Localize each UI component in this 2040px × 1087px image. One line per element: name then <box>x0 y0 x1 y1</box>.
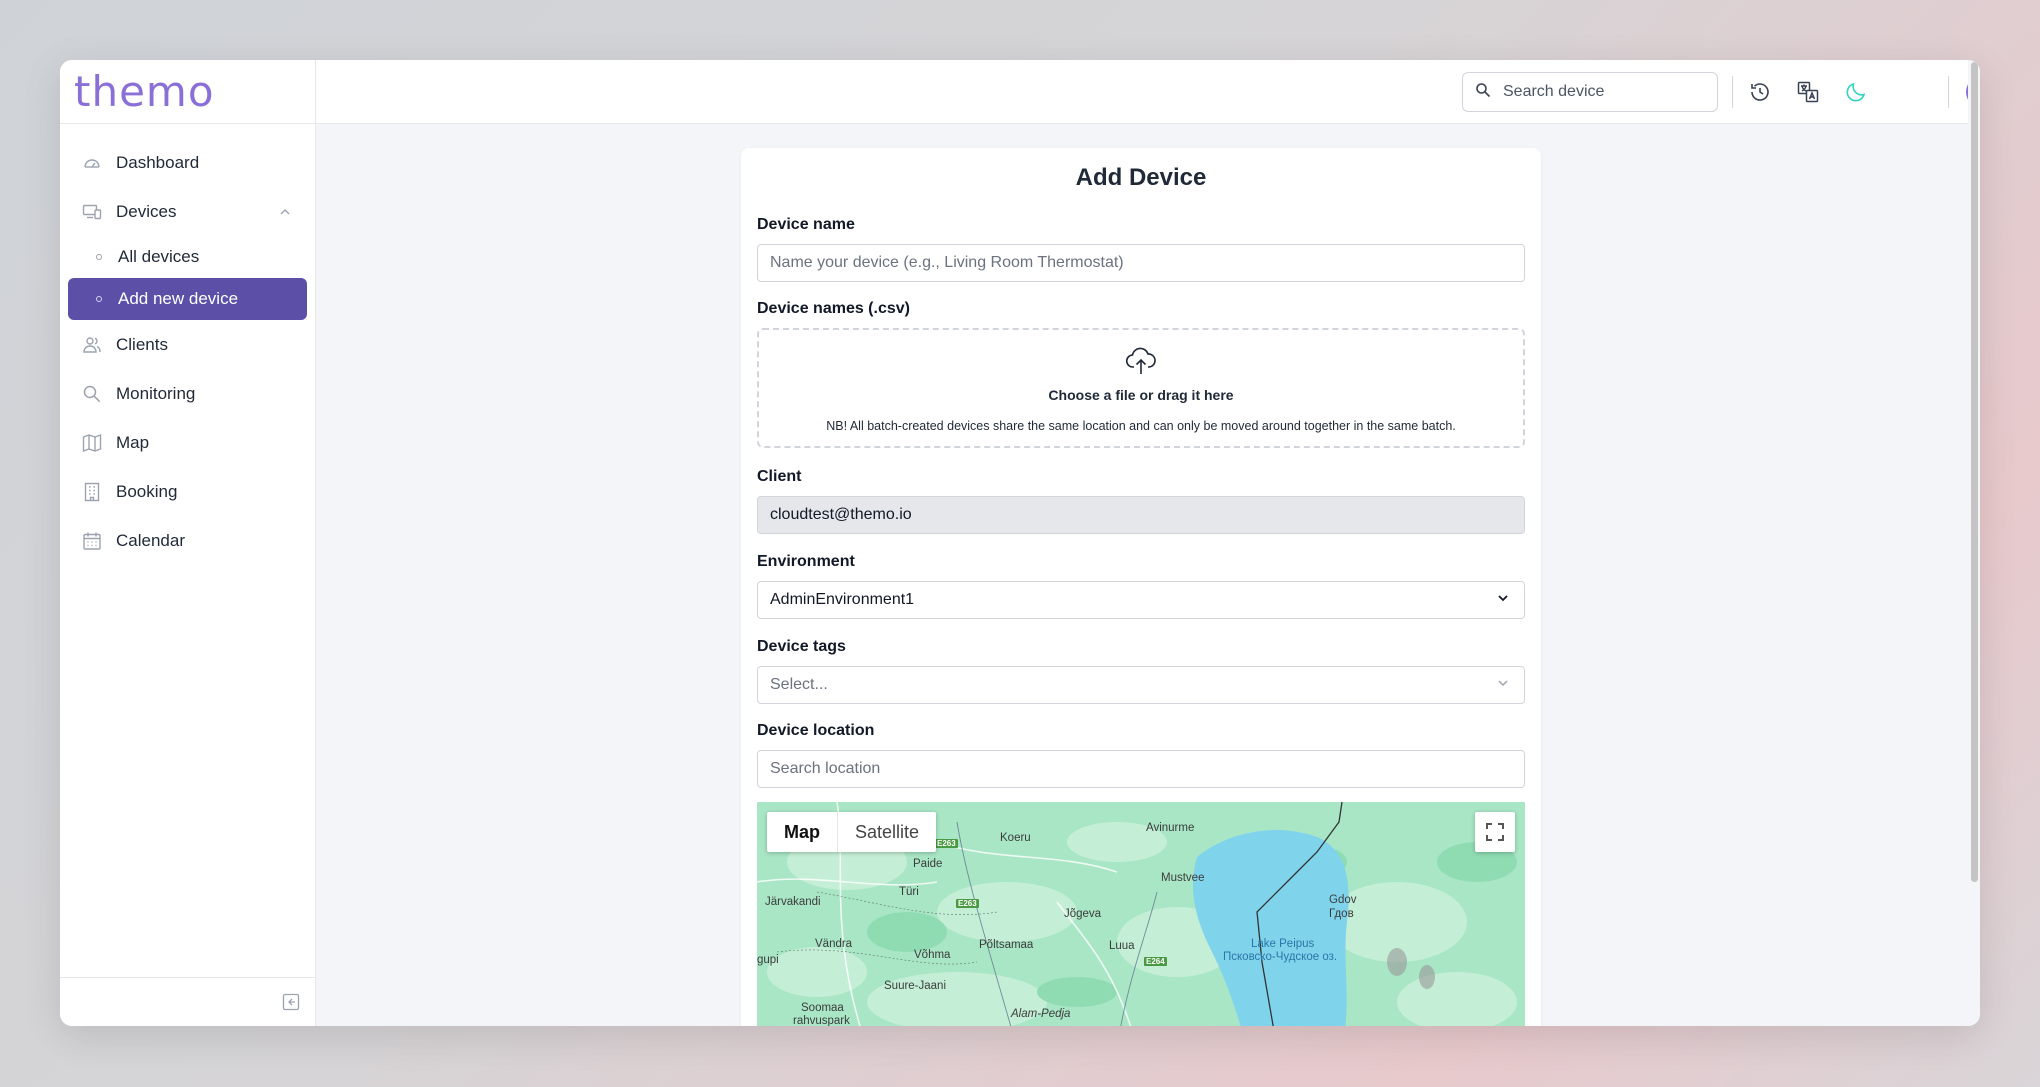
sidebar: themo Dashboard Devices All devices Add … <box>60 60 316 1026</box>
sidebar-subitem-add-new-device[interactable]: Add new device <box>68 278 307 320</box>
map-label: Suure-Jaani <box>884 980 947 992</box>
app-logo[interactable]: themo <box>74 67 215 116</box>
device-location-label: Device location <box>757 722 875 739</box>
sidebar-item-label: Dashboard <box>116 152 200 172</box>
map-label: Lake Peipus <box>1251 938 1315 950</box>
map-label: Koeru <box>1000 832 1031 844</box>
bullet-icon <box>96 254 102 260</box>
csv-dropzone[interactable]: Choose a file or drag it here NB! All ba… <box>757 328 1525 448</box>
device-name-label: Device name <box>757 216 855 233</box>
device-tags-select[interactable]: Select... <box>757 666 1525 704</box>
client-label: Client <box>757 468 802 485</box>
road-badge: E263 <box>935 839 958 848</box>
search-device-input[interactable] <box>1503 83 1703 101</box>
chevron-up-icon[interactable] <box>279 203 291 223</box>
sidebar-item-dashboard[interactable]: Dashboard <box>60 138 315 187</box>
sidebar-item-label: Devices <box>116 201 177 221</box>
calendar-icon <box>82 531 102 551</box>
location-map[interactable]: Avinurme Koeru Paide Mustvee Gdov Гдов J… <box>757 802 1525 1026</box>
sidebar-item-devices[interactable]: Devices <box>60 187 315 236</box>
sidebar-item-clients[interactable]: Clients <box>60 320 315 369</box>
devices-icon <box>82 202 102 222</box>
app-window: themo Dashboard Devices All devices Add … <box>60 60 1980 1026</box>
map-label: Järvakandi <box>765 896 821 908</box>
map-label: rahvuspark <box>793 1015 850 1026</box>
map-label: Alam-Pedja <box>1011 1008 1071 1020</box>
moon-icon[interactable] <box>1842 78 1870 106</box>
map-label: gupi <box>757 954 779 966</box>
search-box[interactable] <box>1462 72 1718 112</box>
collapse-sidebar-icon[interactable] <box>282 993 300 1016</box>
map-label: Avinurme <box>1146 822 1195 834</box>
map-label: Псковско-Чудское оз. <box>1223 951 1338 963</box>
gauge-icon <box>82 153 102 173</box>
sidebar-item-map[interactable]: Map <box>60 418 315 467</box>
page-scrollbar[interactable] <box>1968 60 1980 1026</box>
sidebar-item-booking[interactable]: Booking <box>60 467 315 516</box>
chevron-down-icon <box>1496 591 1510 610</box>
users-icon <box>82 335 102 355</box>
sidebar-nav: Dashboard Devices All devices Add new de… <box>60 124 315 565</box>
device-tags-label: Device tags <box>757 638 846 655</box>
map-tab-map[interactable]: Map <box>767 812 838 852</box>
sidebar-item-label: Calendar <box>116 530 185 550</box>
scrollbar-thumb[interactable] <box>1971 62 1978 882</box>
map-label: Paide <box>913 858 943 870</box>
road-badge: E264 <box>1144 957 1167 966</box>
building-icon <box>82 482 102 502</box>
environment-value: AdminEnvironment1 <box>770 591 915 608</box>
search-icon <box>82 384 102 404</box>
sidebar-subitem-label: All devices <box>118 247 200 266</box>
map-label: Türi <box>899 886 919 898</box>
sidebar-subitem-all-devices[interactable]: All devices <box>68 236 307 278</box>
top-header <box>316 60 1980 124</box>
sidebar-item-label: Monitoring <box>116 383 196 403</box>
dropzone-note: NB! All batch-created devices share the … <box>826 419 1456 433</box>
upload-cloud-icon <box>759 346 1523 381</box>
header-divider <box>1732 76 1733 108</box>
history-icon[interactable] <box>1746 78 1774 106</box>
sidebar-item-label: Booking <box>116 481 178 501</box>
map-label: Mustvee <box>1161 872 1205 884</box>
sidebar-subitem-label: Add new device <box>118 289 239 308</box>
bullet-icon <box>96 296 102 302</box>
client-field: cloudtest@themo.io <box>757 496 1525 534</box>
sidebar-item-label: Clients <box>116 334 168 354</box>
fullscreen-icon[interactable] <box>1475 812 1515 852</box>
translate-icon[interactable] <box>1794 78 1822 106</box>
map-label: Luua <box>1109 940 1135 952</box>
environment-label: Environment <box>757 553 855 570</box>
map-label: Gdov <box>1329 894 1357 906</box>
map-label: Soomaa <box>801 1002 844 1014</box>
device-name-input[interactable] <box>757 244 1525 282</box>
map-tab-satellite[interactable]: Satellite <box>838 812 936 852</box>
search-icon <box>1475 82 1491 103</box>
map-label: Vändra <box>815 938 853 950</box>
page-title: Add Device <box>1075 164 1207 191</box>
map-label: Jõgeva <box>1064 908 1102 920</box>
map-label: Põltsamaa <box>979 939 1034 951</box>
sidebar-item-calendar[interactable]: Calendar <box>60 516 315 565</box>
map-icon <box>82 433 102 453</box>
map-type-tabs: Map Satellite <box>767 812 937 852</box>
environment-select[interactable]: AdminEnvironment1 <box>757 581 1525 619</box>
road-badge: E263 <box>956 899 979 908</box>
map-label: Võhma <box>914 949 951 961</box>
dropzone-title: Choose a file or drag it here <box>1048 387 1234 403</box>
device-names-csv-label: Device names (.csv) <box>757 300 910 317</box>
map-label: Гдов <box>1329 908 1354 920</box>
add-device-card: Add Device Device name Device names (.cs… <box>741 148 1541 1026</box>
chevron-down-icon <box>1496 676 1510 695</box>
sidebar-footer <box>60 977 316 1026</box>
device-tags-placeholder: Select... <box>770 676 828 693</box>
logo-area: themo <box>60 60 315 124</box>
sidebar-item-monitoring[interactable]: Monitoring <box>60 369 315 418</box>
header-divider <box>1948 76 1949 108</box>
sidebar-item-label: Map <box>116 432 150 452</box>
location-search-input[interactable] <box>757 750 1525 788</box>
